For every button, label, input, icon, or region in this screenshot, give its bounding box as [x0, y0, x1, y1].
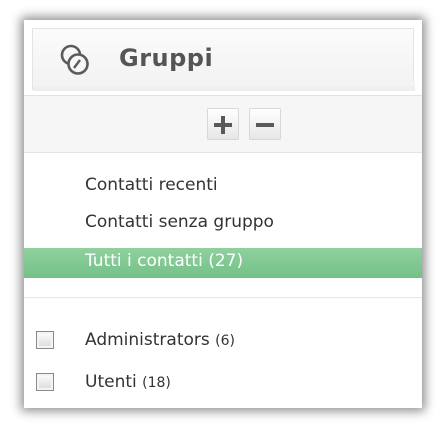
group-item-utenti[interactable]: Utenti (18): [24, 370, 422, 396]
group-checkbox[interactable]: [36, 331, 54, 349]
nav-item-contacts-without-group[interactable]: Contatti senza gruppo: [24, 208, 422, 238]
group-checkbox[interactable]: [36, 373, 54, 391]
screenshot-stage: Gruppi Contatti recenti Contatti senza g…: [0, 0, 446, 431]
groups-icon: [60, 44, 89, 75]
group-count: (18): [142, 375, 171, 391]
nav-item-recent-contacts[interactable]: Contatti recenti: [24, 171, 422, 201]
group-label: Administrators (6): [85, 330, 235, 350]
nav-item-label: Contatti recenti: [85, 175, 218, 195]
group-name: Administrators: [85, 330, 210, 350]
group-toolbar: [24, 96, 422, 152]
page-title: Gruppi: [119, 44, 214, 72]
nav-item-label: Tutti i contatti (27): [85, 251, 244, 271]
group-name: Utenti: [85, 372, 137, 392]
group-count: (6): [215, 333, 235, 349]
panel-header: Gruppi: [32, 28, 415, 91]
groups-panel: Gruppi Contatti recenti Contatti senza g…: [24, 20, 422, 408]
group-item-administrators[interactable]: Administrators (6): [24, 328, 422, 354]
plus-icon-stem: [221, 116, 225, 134]
add-group-button[interactable]: [207, 108, 239, 140]
divider: [24, 152, 422, 153]
nav-item-label: Contatti senza gruppo: [85, 212, 274, 232]
minus-icon: [256, 123, 274, 127]
header-shadow: [33, 82, 415, 91]
group-label: Utenti (18): [85, 372, 171, 392]
remove-group-button[interactable]: [249, 108, 281, 140]
divider: [24, 297, 422, 298]
nav-item-all-contacts[interactable]: Tutti i contatti (27): [24, 248, 422, 278]
